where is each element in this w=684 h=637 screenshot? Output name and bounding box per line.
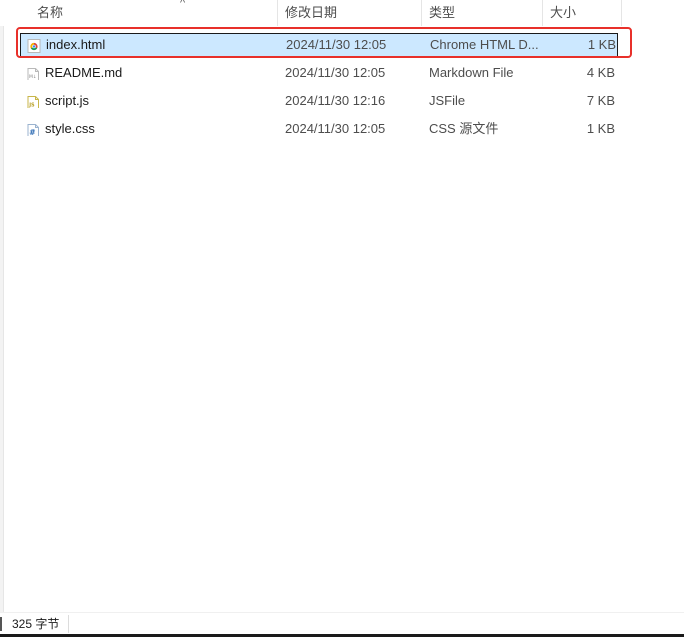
file-date: 2024/11/30 12:05 bbox=[285, 65, 386, 80]
file-size: 4 KB bbox=[586, 65, 615, 80]
file-row-readme-md[interactable]: M↓ README.md 2024/11/30 12:05 Markdown F… bbox=[20, 61, 618, 85]
file-size: 1 KB bbox=[587, 37, 616, 52]
svg-text:M↓: M↓ bbox=[29, 74, 37, 80]
file-name: index.html bbox=[46, 37, 106, 52]
file-type: JSFile bbox=[429, 93, 466, 108]
css-file-icon: # bbox=[26, 122, 40, 136]
status-selection-size: 325 字节 bbox=[12, 617, 60, 631]
column-header-size-label: 大小 bbox=[550, 5, 577, 20]
file-name: script.js bbox=[45, 93, 90, 108]
status-bar-edge bbox=[0, 617, 2, 631]
file-type: Markdown File bbox=[429, 65, 514, 80]
file-type: Chrome HTML D... bbox=[430, 37, 539, 52]
sort-ascending-icon: ^ bbox=[180, 0, 186, 9]
file-date: 2024/11/30 12:05 bbox=[286, 37, 387, 52]
navigation-pane-edge bbox=[0, 0, 4, 612]
file-date: 2024/11/30 12:05 bbox=[285, 121, 386, 136]
column-header-name-label: 名称 bbox=[37, 5, 64, 20]
file-type: CSS 源文件 bbox=[429, 121, 499, 136]
column-header-name[interactable]: 名称 ^ bbox=[30, 0, 277, 26]
status-bar: 325 字节 bbox=[0, 612, 684, 635]
file-name: style.css bbox=[45, 121, 95, 136]
file-row-script-js[interactable]: JS script.js 2024/11/30 12:16 JSFile 7 K… bbox=[20, 89, 618, 113]
column-header-type-label: 类型 bbox=[429, 5, 456, 20]
svg-text:JS: JS bbox=[28, 103, 35, 109]
file-date: 2024/11/30 12:16 bbox=[285, 93, 386, 108]
column-header-type[interactable]: 类型 bbox=[421, 0, 542, 26]
markdown-file-icon: M↓ bbox=[26, 66, 40, 80]
file-name: README.md bbox=[45, 65, 123, 80]
file-size: 7 KB bbox=[586, 93, 615, 108]
file-size: 1 KB bbox=[586, 121, 615, 136]
svg-text:#: # bbox=[29, 128, 35, 136]
file-row-style-css[interactable]: # style.css 2024/11/30 12:05 CSS 源文件 1 K… bbox=[20, 117, 618, 141]
column-header-date[interactable]: 修改日期 bbox=[277, 0, 421, 26]
column-header: 名称 ^ 修改日期 类型 大小 bbox=[0, 0, 684, 26]
chrome-html-icon bbox=[27, 38, 41, 60]
js-file-icon: JS bbox=[26, 94, 40, 108]
column-header-date-label: 修改日期 bbox=[285, 5, 338, 20]
status-bar-divider bbox=[68, 615, 69, 633]
column-header-size[interactable]: 大小 bbox=[542, 0, 622, 26]
file-row-index-html[interactable]: index.html 2024/11/30 12:05 Chrome HTML … bbox=[20, 33, 618, 57]
file-explorer-window: 名称 ^ 修改日期 类型 大小 index.html 2024/11/30 12… bbox=[0, 0, 684, 637]
